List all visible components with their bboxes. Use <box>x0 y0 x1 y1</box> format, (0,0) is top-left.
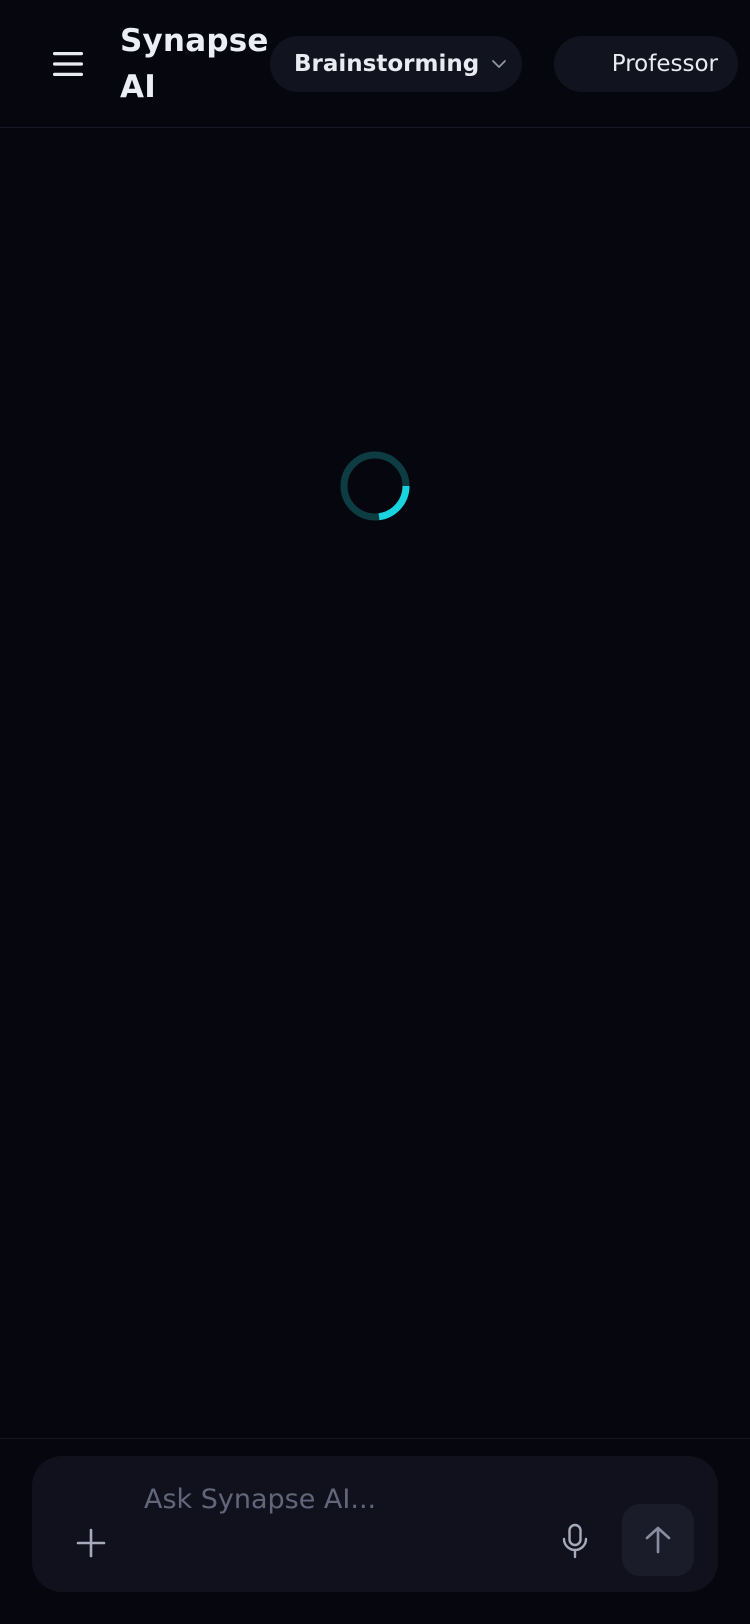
persona-dropdown-label: Professor <box>611 51 718 77</box>
microphone-button[interactable] <box>552 1516 598 1566</box>
message-composer <box>32 1456 718 1592</box>
message-input[interactable] <box>144 1474 544 1524</box>
chevron-down-icon <box>491 59 507 69</box>
top-header: Synapse AI Brainstorming Professor <box>0 0 750 128</box>
chat-area <box>0 128 750 1438</box>
plus-icon <box>76 1528 106 1558</box>
attach-button[interactable] <box>70 1522 112 1564</box>
menu-button[interactable] <box>44 40 92 88</box>
persona-dropdown[interactable]: Professor <box>554 36 738 92</box>
microphone-icon <box>562 1523 588 1559</box>
mode-dropdown-label: Brainstorming <box>294 51 480 77</box>
app-title: Synapse AI <box>120 23 269 105</box>
send-button[interactable] <box>622 1504 694 1576</box>
app-root: Synapse AI Brainstorming Professor <box>0 0 750 1624</box>
mode-dropdown[interactable]: Brainstorming <box>270 36 522 92</box>
composer-divider <box>0 1438 750 1439</box>
hamburger-menu-icon <box>53 52 83 76</box>
arrow-up-icon <box>645 1526 671 1554</box>
spinner-icon <box>340 451 410 521</box>
